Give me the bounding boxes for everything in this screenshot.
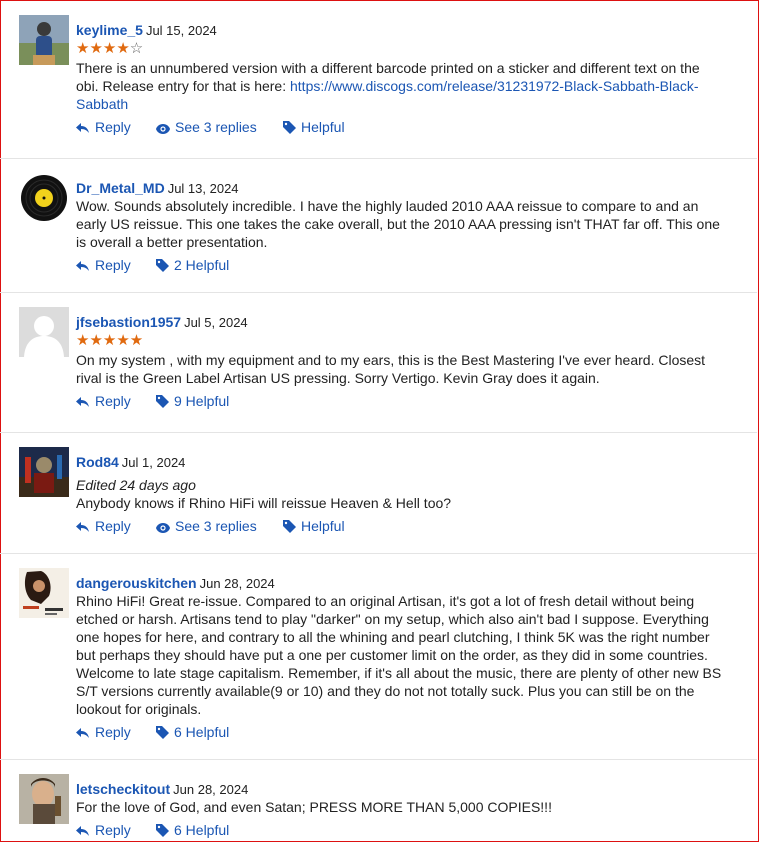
reply-button[interactable]: Reply (76, 118, 131, 136)
review-date: Jun 28, 2024 (199, 576, 275, 591)
review-text: There is an unnumbered version with a di… (76, 60, 700, 112)
helpful-button[interactable]: 6 Helpful (156, 723, 229, 741)
username[interactable]: Rod84 (76, 454, 119, 470)
helpful-button[interactable]: 9 Helpful (156, 392, 229, 410)
divider (0, 553, 757, 554)
reply-icon (76, 728, 89, 738)
review-text: Anybody knows if Rhino HiFi will reissue… (76, 495, 452, 511)
review-text: On my system , with my equipment and to … (76, 352, 706, 386)
see-replies-button[interactable]: See 3 replies (156, 517, 257, 535)
username[interactable]: Dr_Metal_MD (76, 180, 165, 196)
tag-icon (156, 726, 169, 739)
review-date: Jun 28, 2024 (173, 782, 249, 797)
edited-note: Edited 24 days ago (76, 477, 196, 493)
helpful-button[interactable]: 6 Helpful (156, 821, 229, 839)
rating-stars: ★★★★☆ (76, 40, 144, 57)
eye-icon (156, 523, 170, 533)
divider (0, 158, 757, 159)
avatar[interactable] (19, 447, 69, 497)
reply-icon (76, 522, 89, 532)
avatar[interactable] (19, 307, 69, 357)
divider (0, 292, 757, 293)
review-text: Rhino HiFi! Great re-issue. Compared to … (76, 593, 722, 717)
tag-icon (283, 520, 296, 533)
review-text: For the love of God, and even Satan; PRE… (76, 799, 552, 815)
username[interactable]: keylime_5 (76, 22, 143, 38)
reply-button[interactable]: Reply (76, 392, 131, 410)
rating-stars: ★★★★★ (76, 332, 144, 349)
tag-icon (156, 395, 169, 408)
reply-button[interactable]: Reply (76, 723, 131, 741)
review-date: Jul 5, 2024 (184, 315, 248, 330)
review-date: Jul 13, 2024 (167, 181, 239, 196)
tag-icon (156, 259, 169, 272)
avatar[interactable] (19, 568, 69, 618)
reply-button[interactable]: Reply (76, 256, 131, 274)
username[interactable]: letscheckitout (76, 781, 170, 797)
reply-button[interactable]: Reply (76, 517, 131, 535)
helpful-button[interactable]: Helpful (283, 517, 345, 535)
see-replies-button[interactable]: See 3 replies (156, 118, 257, 136)
review-date: Jul 1, 2024 (121, 455, 186, 470)
avatar[interactable] (19, 15, 69, 65)
tag-icon (156, 824, 169, 837)
divider (0, 432, 757, 433)
review-date: Jul 15, 2024 (145, 23, 217, 38)
username[interactable]: jfsebastion1957 (76, 314, 181, 330)
review-text: Wow. Sounds absolutely incredible. I hav… (76, 198, 720, 250)
eye-icon (156, 124, 170, 134)
reply-icon (76, 123, 89, 133)
reply-button[interactable]: Reply (76, 821, 131, 839)
avatar[interactable] (19, 173, 69, 223)
username[interactable]: dangerouskitchen (76, 575, 197, 591)
tag-icon (283, 121, 296, 134)
helpful-button[interactable]: 2 Helpful (156, 256, 229, 274)
reply-icon (76, 397, 89, 407)
reply-icon (76, 261, 89, 271)
avatar[interactable] (19, 774, 69, 824)
divider (0, 759, 757, 760)
reply-icon (76, 826, 89, 836)
helpful-button[interactable]: Helpful (283, 118, 345, 136)
